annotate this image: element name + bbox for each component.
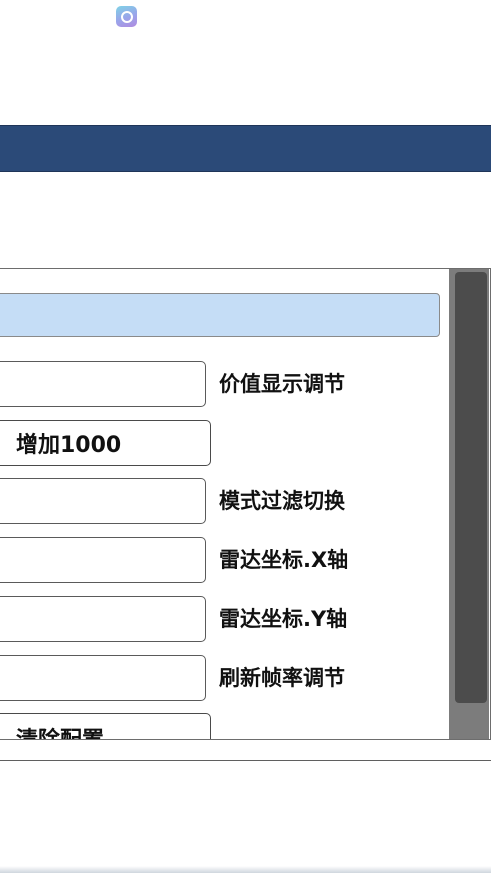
title-bar: [0, 125, 491, 172]
value-display-input[interactable]: [0, 361, 206, 407]
settings-panel: 价值显示调节 增加1000 模式过滤切换 雷达坐标.X轴 雷达坐标.Y轴 刷新帧…: [0, 268, 491, 740]
selected-row-highlight[interactable]: [0, 293, 440, 337]
refresh-rate-label: 刷新帧率调节: [219, 666, 345, 690]
radar-x-label: 雷达坐标.X轴: [219, 548, 349, 572]
mode-filter-label: 模式过滤切换: [219, 489, 345, 513]
app-icon[interactable]: [116, 6, 137, 27]
mode-filter-input[interactable]: [0, 478, 206, 524]
radar-x-input[interactable]: [0, 537, 206, 583]
add-1000-button[interactable]: 增加1000: [0, 420, 211, 466]
clear-config-button[interactable]: 清除配置: [0, 713, 211, 739]
value-display-label: 价值显示调节: [219, 372, 345, 396]
bottom-edge: [0, 866, 491, 873]
refresh-rate-input[interactable]: [0, 655, 206, 701]
radar-y-input[interactable]: [0, 596, 206, 642]
scrollbar-thumb[interactable]: [455, 272, 487, 703]
divider: [0, 760, 491, 761]
radar-y-label: 雷达坐标.Y轴: [219, 607, 348, 631]
